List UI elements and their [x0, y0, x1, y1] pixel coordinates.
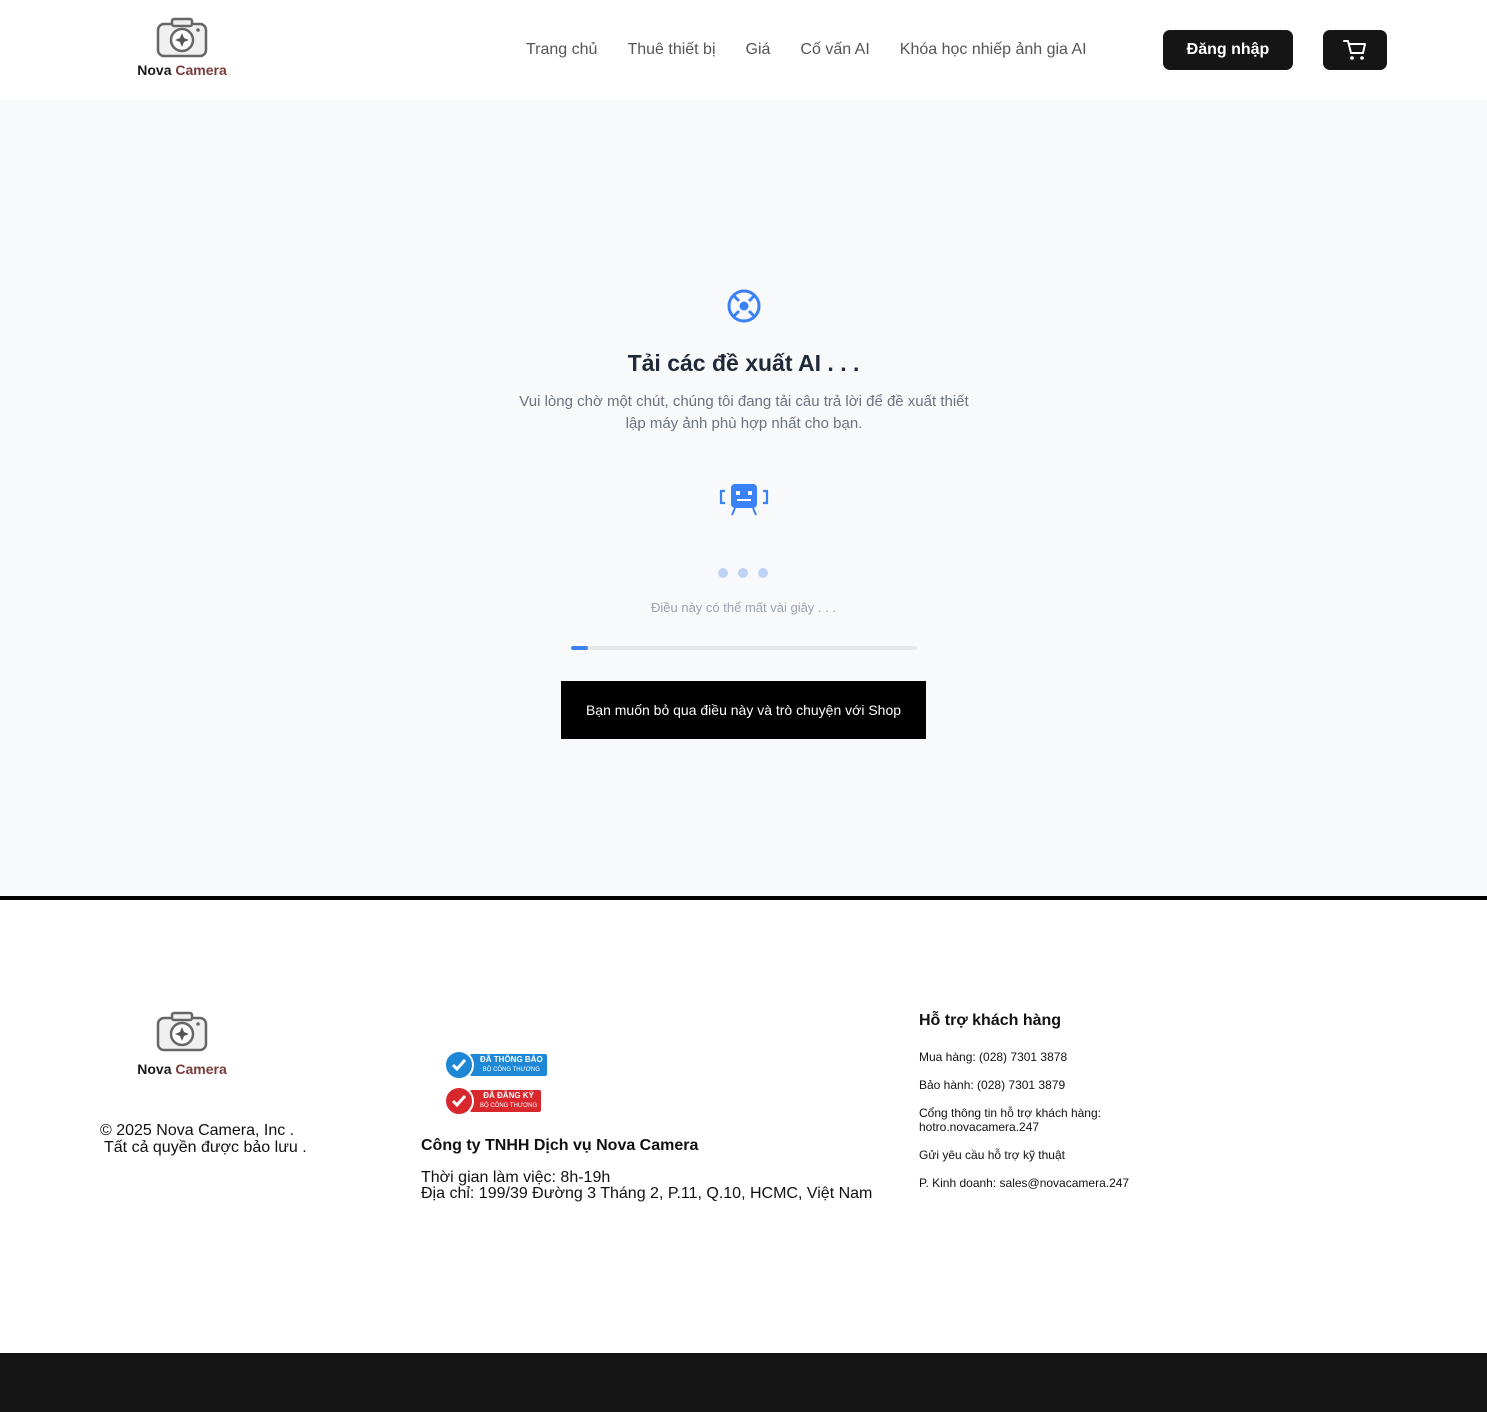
main-nav: Trang chủ Thuê thiết bị Giá Cố vấn AI Kh… — [526, 30, 1117, 70]
loading-subtitle: Vui lòng chờ một chút, chúng tôi đang tả… — [519, 393, 969, 432]
certification-badges: ĐÃ THÔNG BÁO BỘ CÔNG THƯƠNG ĐÃ ĐĂNG KÝ B… — [444, 1050, 547, 1122]
camera-logo-icon — [156, 17, 208, 58]
nav-ai-advisor[interactable]: Cố vấn AI — [800, 41, 869, 59]
company-name: Công ty TNHH Dịch vụ Nova Camera — [421, 1137, 699, 1154]
site-header: Nova Camera Trang chủ Thuê thiết bị Giá … — [0, 0, 1487, 100]
badge-sub: BỘ CÔNG THƯƠNG — [480, 1103, 538, 1109]
loading-dot — [718, 568, 728, 578]
loading-dot — [738, 568, 748, 578]
target-icon — [726, 288, 762, 329]
badge-sub: BỘ CÔNG THƯƠNG — [482, 1067, 540, 1073]
nav-home[interactable]: Trang chủ — [526, 41, 597, 59]
cart-button[interactable] — [1323, 30, 1387, 70]
nav-pricing[interactable]: Giá — [746, 41, 771, 59]
site-footer: Nova Camera © 2025 Nova Camera, Inc . Tấ… — [0, 900, 1487, 1353]
bottom-bar — [0, 1353, 1487, 1412]
support-warranty[interactable]: Bảo hành: (028) 7301 3879 — [919, 1078, 1179, 1092]
loading-dot — [758, 568, 768, 578]
company-info: Thời gian làm việc: 8h-19h Địa chỉ: 199/… — [421, 1170, 872, 1202]
progress-bar — [571, 646, 917, 650]
nav-rent-equipment[interactable]: Thuê thiết bị — [627, 41, 715, 59]
customer-support: Hỗ trợ khách hàng Mua hàng: (028) 7301 3… — [919, 1012, 1179, 1204]
support-title: Hỗ trợ khách hàng — [919, 1012, 1062, 1029]
badge-title: ĐÃ ĐĂNG KÝ — [483, 1091, 534, 1100]
loading-title: Tải các đề xuất AI . . . — [627, 350, 860, 376]
working-hours: Thời gian làm việc: 8h-19h — [421, 1169, 611, 1186]
cart-icon — [1343, 40, 1366, 60]
nav-ai-photography-course[interactable]: Khóa học nhiếp ảnh gia AI — [900, 41, 1087, 59]
copyright: © 2025 Nova Camera, Inc . Tất cả quyền đ… — [100, 1122, 307, 1156]
badge-title: ĐÃ THÔNG BÁO — [480, 1055, 543, 1064]
camera-logo-icon — [156, 1011, 208, 1052]
loading-dots — [718, 568, 778, 578]
loading-hint: Điều này có thể mất vài giây . . . — [651, 600, 836, 615]
robot-icon — [719, 482, 769, 523]
skip-chat-shop-button[interactable]: Bạn muốn bỏ qua điều này và trò chuyện v… — [561, 681, 926, 739]
copyright-line: © 2025 Nova Camera, Inc . — [100, 1122, 295, 1139]
ai-loading-section: Tải các đề xuất AI . . . Vui lòng chờ mộ… — [0, 100, 1487, 896]
footer-logo[interactable]: Nova Camera — [136, 1010, 228, 1077]
login-button[interactable]: Đăng nhập — [1163, 30, 1293, 70]
support-purchase[interactable]: Mua hàng: (028) 7301 3878 — [919, 1050, 1179, 1064]
badge-notified[interactable]: ĐÃ THÔNG BÁO BỘ CÔNG THƯƠNG — [444, 1050, 547, 1080]
badge-registered[interactable]: ĐÃ ĐĂNG KÝ BỘ CÔNG THƯƠNG — [444, 1086, 547, 1116]
logo[interactable]: Nova Camera — [136, 16, 228, 78]
support-portal[interactable]: Cổng thông tin hỗ trợ khách hàng: hotro.… — [919, 1106, 1179, 1134]
support-sales[interactable]: P. Kinh doanh: sales@novacamera.247 — [919, 1176, 1179, 1190]
address: Địa chỉ: 199/39 Đường 3 Tháng 2, P.11, Q… — [421, 1185, 873, 1202]
footer-logo-text: Nova Camera — [137, 1061, 227, 1077]
rights-reserved: Tất cả quyền được bảo lưu . — [104, 1139, 307, 1156]
support-tech-request[interactable]: Gửi yêu cầu hỗ trợ kỹ thuật — [919, 1148, 1179, 1162]
check-icon — [444, 1050, 474, 1080]
progress-fill — [571, 646, 589, 650]
check-icon — [444, 1086, 474, 1116]
logo-text: Nova Camera — [137, 62, 227, 78]
